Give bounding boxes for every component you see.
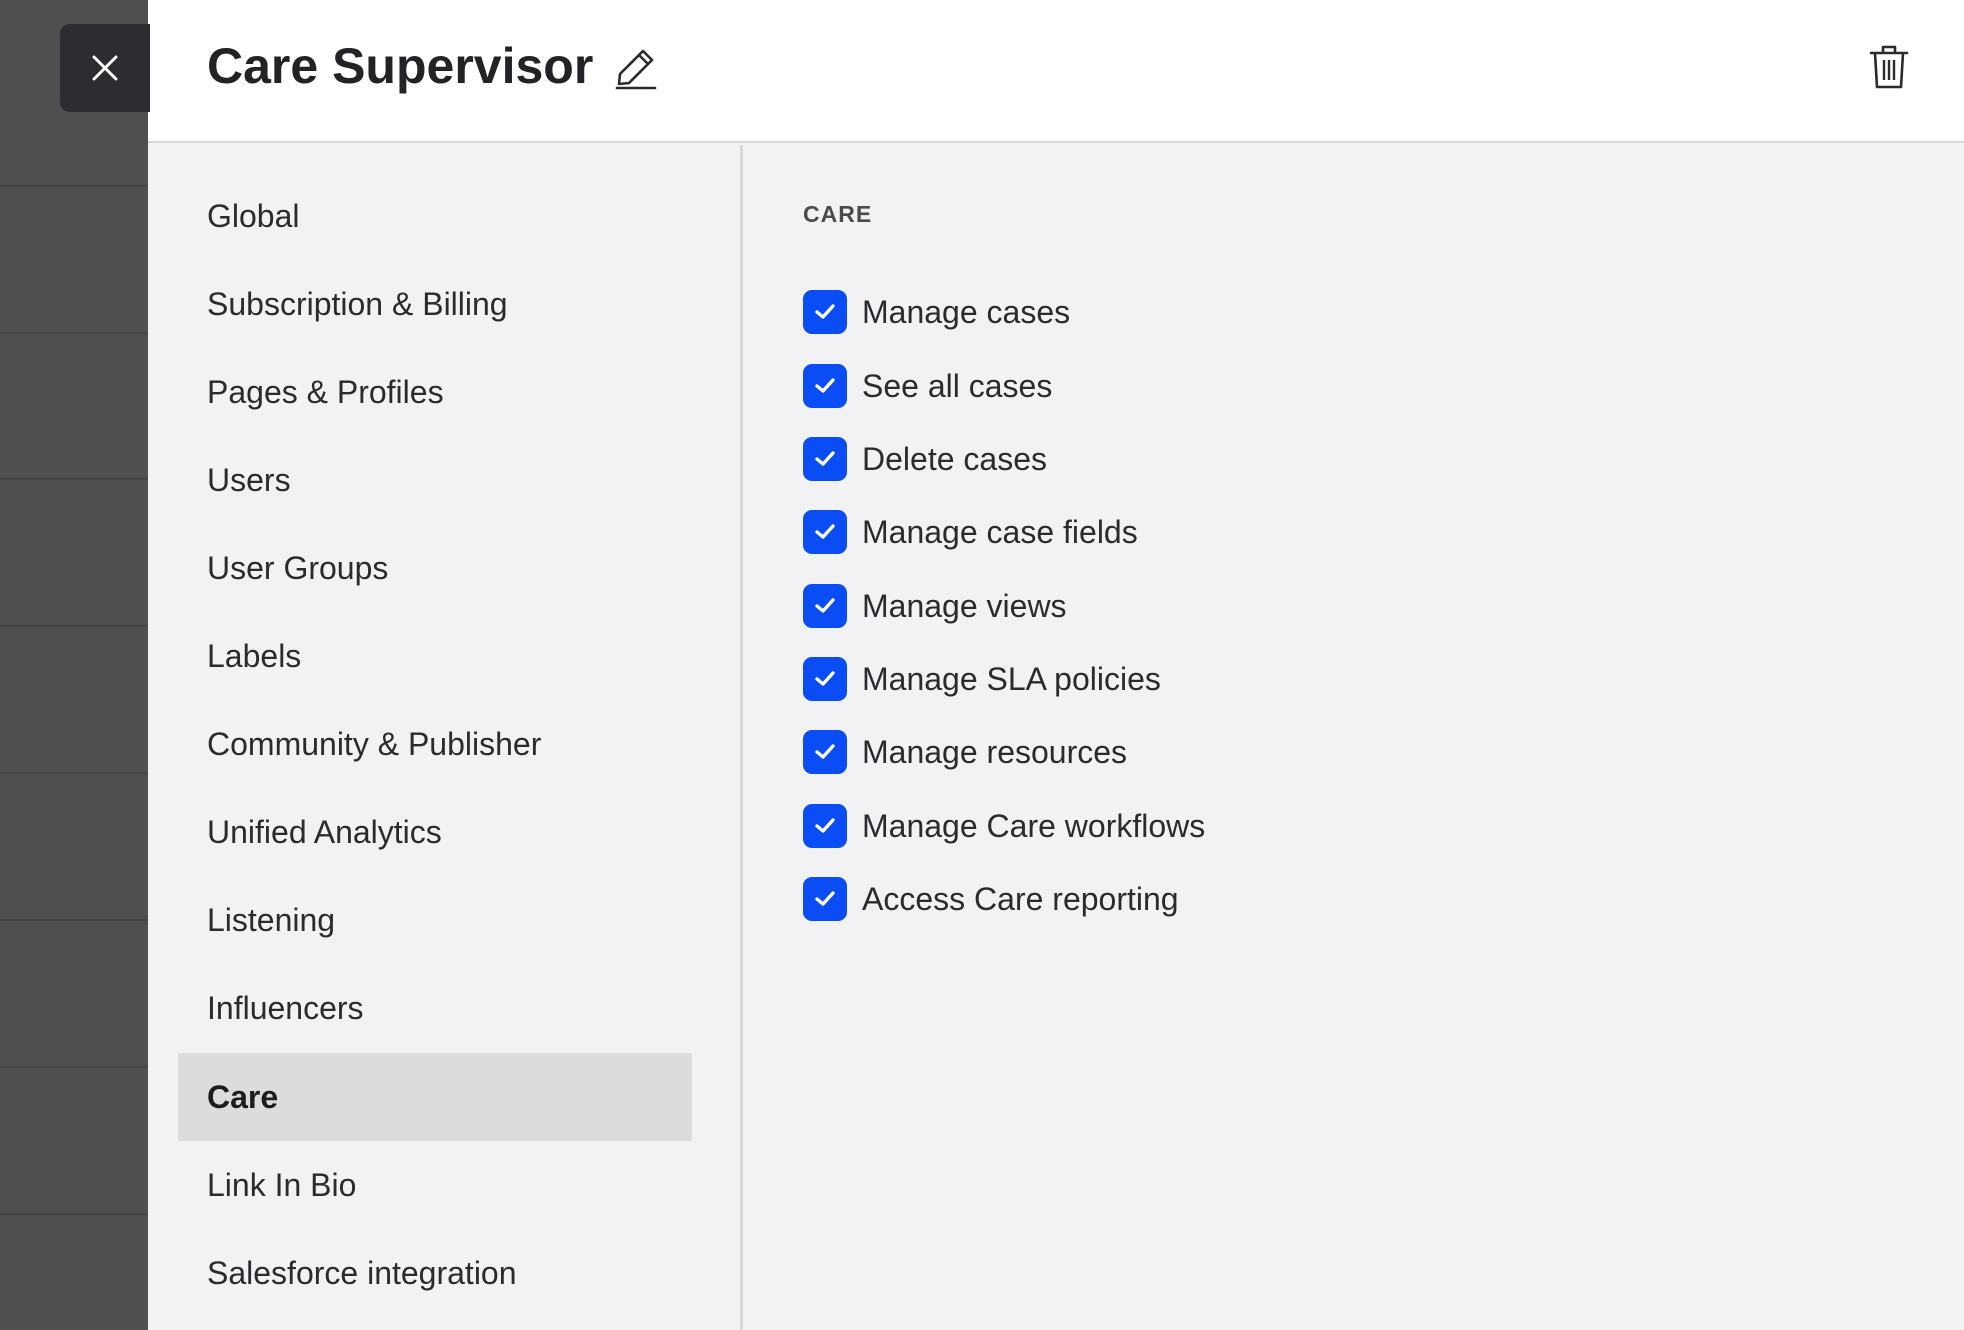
- nav-item-label: Pages & Profiles: [207, 373, 444, 410]
- permission-manage-case-fields[interactable]: Manage case fields: [803, 509, 1138, 555]
- nav-item-influencers[interactable]: Influencers: [178, 964, 692, 1052]
- close-icon: [92, 55, 118, 81]
- nav-item-salesforce-integration[interactable]: Salesforce integration: [178, 1229, 692, 1317]
- check-icon: [815, 451, 835, 466]
- permission-label: Access Care reporting: [862, 880, 1179, 917]
- backdrop-divider: [0, 1066, 148, 1068]
- nav-item-subscription-billing[interactable]: Subscription & Billing: [178, 260, 692, 348]
- permission-access-care-reporting[interactable]: Access Care reporting: [803, 876, 1179, 922]
- permission-label: See all cases: [862, 367, 1053, 404]
- nav-item-users[interactable]: Users: [178, 436, 692, 524]
- checkbox[interactable]: [803, 584, 847, 628]
- check-icon: [815, 598, 835, 613]
- nav-item-label: Link In Bio: [207, 1166, 357, 1203]
- backdrop-divider: [0, 185, 148, 187]
- check-icon: [815, 891, 835, 906]
- nav-item-label: Community & Publisher: [207, 725, 542, 762]
- nav-item-listening[interactable]: Listening: [178, 876, 692, 964]
- nav-item-unified-analytics[interactable]: Unified Analytics: [178, 788, 692, 876]
- checkbox[interactable]: [803, 804, 847, 848]
- check-icon: [815, 378, 835, 393]
- permission-label: Manage resources: [862, 733, 1128, 770]
- role-title: Care Supervisor: [207, 38, 594, 94]
- backdrop-divider: [0, 478, 148, 480]
- check-icon: [815, 744, 835, 759]
- check-icon: [815, 524, 835, 539]
- permission-label: Manage cases: [862, 293, 1071, 330]
- nav-item-label: Global: [207, 197, 300, 234]
- checkbox[interactable]: [803, 730, 847, 774]
- permissions-panel: CARE Manage cases See all cases Delete c…: [803, 145, 1903, 1330]
- nav-item-pages-profiles[interactable]: Pages & Profiles: [178, 348, 692, 436]
- checkbox[interactable]: [803, 877, 847, 921]
- permission-delete-cases[interactable]: Delete cases: [803, 436, 1047, 482]
- permission-label: Manage case fields: [862, 513, 1138, 550]
- close-drawer-button[interactable]: [60, 24, 150, 112]
- nav-item-label: User Groups: [207, 549, 389, 586]
- permission-manage-views[interactable]: Manage views: [803, 583, 1067, 629]
- nav-item-label: Subscription & Billing: [207, 285, 508, 322]
- drawer-header: Care Supervisor: [148, 0, 1964, 143]
- nav-item-label: Labels: [207, 637, 302, 674]
- nav-item-care[interactable]: Care: [178, 1053, 692, 1141]
- check-icon: [815, 818, 835, 833]
- permission-label: Delete cases: [862, 440, 1047, 477]
- nav-item-label: Salesforce integration: [207, 1254, 517, 1291]
- check-icon: [815, 671, 835, 686]
- nav-item-label: Influencers: [207, 989, 364, 1026]
- nav-item-label: Unified Analytics: [207, 813, 442, 850]
- checkbox[interactable]: [803, 364, 847, 408]
- checkbox[interactable]: [803, 510, 847, 554]
- permission-manage-care-workflows[interactable]: Manage Care workflows: [803, 803, 1205, 849]
- backdrop-divider: [0, 919, 148, 921]
- permission-label: Manage Care workflows: [862, 807, 1206, 844]
- backdrop-divider: [0, 1213, 148, 1215]
- check-icon: [815, 304, 835, 319]
- role-drawer: Care Supervisor Global Subscription & Bi…: [148, 0, 1964, 1330]
- permission-label: Manage views: [862, 587, 1067, 624]
- nav-item-community-publisher[interactable]: Community & Publisher: [178, 700, 692, 788]
- permission-label: Manage SLA policies: [862, 660, 1161, 697]
- nav-item-labels[interactable]: Labels: [178, 612, 692, 700]
- nav-item-label: Users: [207, 461, 291, 498]
- section-title: CARE: [803, 201, 873, 227]
- nav-item-global[interactable]: Global: [178, 172, 692, 260]
- pencil-icon[interactable]: [613, 44, 659, 90]
- checkbox[interactable]: [803, 290, 847, 334]
- permission-manage-sla-policies[interactable]: Manage SLA policies: [803, 656, 1161, 702]
- nav-item-user-groups[interactable]: User Groups: [178, 524, 692, 612]
- nav-item-label: Listening: [207, 901, 336, 938]
- checkbox[interactable]: [803, 437, 847, 481]
- trash-icon[interactable]: [1868, 44, 1910, 90]
- permission-manage-resources[interactable]: Manage resources: [803, 729, 1127, 775]
- backdrop-divider: [0, 332, 148, 334]
- checkbox[interactable]: [803, 657, 847, 701]
- nav-item-label: Care: [207, 1078, 279, 1115]
- backdrop-divider: [0, 772, 148, 774]
- backdrop-divider: [0, 625, 148, 627]
- nav-item-link-in-bio[interactable]: Link In Bio: [178, 1141, 692, 1229]
- permission-category-nav: Global Subscription & Billing Pages & Pr…: [148, 145, 743, 1330]
- permission-see-all-cases[interactable]: See all cases: [803, 363, 1052, 409]
- dimmed-backdrop[interactable]: [0, 0, 148, 1330]
- permission-manage-cases[interactable]: Manage cases: [803, 289, 1070, 335]
